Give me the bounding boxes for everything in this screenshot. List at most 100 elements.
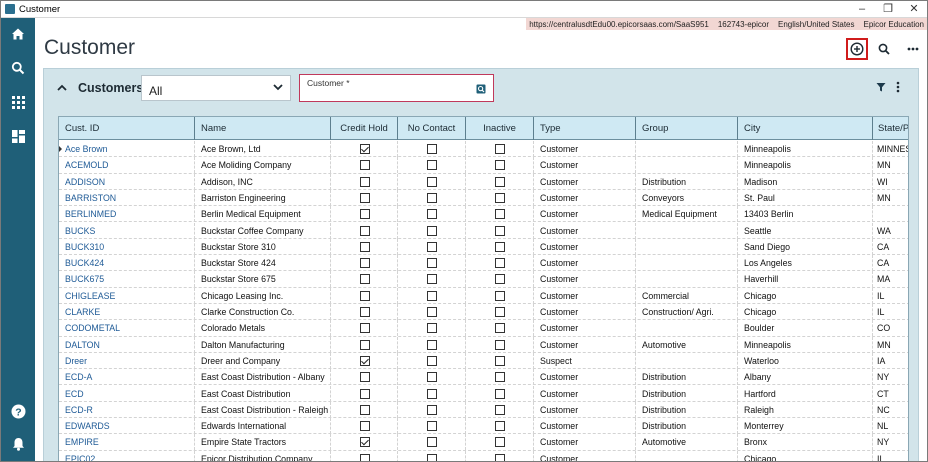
column-header-inactive[interactable]: Inactive [466, 117, 534, 140]
cell-id[interactable]: CHIGLEASE [59, 287, 195, 304]
cell-id[interactable]: ECD-R [59, 401, 195, 418]
no-contact-checkbox[interactable] [427, 372, 437, 383]
inactive-checkbox[interactable] [495, 258, 505, 269]
no-contact-checkbox[interactable] [427, 274, 437, 285]
cell-id[interactable]: BARRISTON [59, 189, 195, 206]
no-contact-checkbox[interactable] [427, 421, 437, 432]
cell-id[interactable]: BUCK424 [59, 255, 195, 272]
table-row[interactable]: CODOMETAL Colorado Metals Customer Boulder C… [59, 320, 908, 337]
inactive-checkbox[interactable] [495, 453, 505, 461]
column-header-type[interactable]: Type [534, 117, 636, 140]
cell-id[interactable]: BUCKS [59, 222, 195, 239]
table-row[interactable]: ACEMOLD Ace Moliding Company Customer Minne… [59, 157, 908, 174]
table-row[interactable]: ECD-R East Coast Distribution - Raleigh Cu… [59, 401, 908, 419]
inactive-checkbox[interactable] [495, 355, 505, 366]
inactive-checkbox[interactable] [495, 404, 505, 415]
table-row[interactable]: EPIC02 Epicor Distribution Company Custome… [59, 450, 908, 461]
credit-hold-checkbox[interactable] [359, 192, 370, 203]
cell-id[interactable]: ECD [59, 385, 195, 402]
inactive-checkbox[interactable] [495, 176, 505, 187]
no-contact-checkbox[interactable] [427, 437, 437, 448]
credit-hold-checkbox[interactable] [359, 355, 370, 366]
cell-id[interactable]: EMPIRE [59, 434, 195, 451]
credit-hold-checkbox[interactable] [359, 209, 370, 220]
inactive-checkbox[interactable] [495, 209, 505, 220]
no-contact-checkbox[interactable] [427, 453, 437, 461]
no-contact-checkbox[interactable] [427, 307, 437, 317]
inactive-checkbox[interactable] [495, 307, 505, 317]
cell-id[interactable]: CLARKE [59, 304, 195, 320]
inactive-checkbox[interactable] [495, 339, 505, 350]
table-row[interactable]: CHIGLEASE Chicago Leasing Inc. Customer Com… [59, 287, 908, 304]
table-row[interactable]: DALTON Dalton Manufacturing Customer Automo… [59, 336, 908, 353]
column-header-group[interactable]: Group [636, 117, 738, 140]
close-window-button[interactable]: ✕ [901, 1, 927, 17]
more-vertical-icon[interactable] [896, 81, 900, 93]
credit-hold-checkbox[interactable] [359, 274, 370, 285]
cell-id[interactable]: EDWARDS [59, 418, 195, 435]
customer-search-field[interactable]: Customer * [299, 74, 494, 102]
no-contact-checkbox[interactable] [427, 192, 437, 203]
no-contact-checkbox[interactable] [427, 209, 437, 220]
no-contact-checkbox[interactable] [427, 323, 437, 334]
dashboard-icon[interactable] [1, 124, 35, 148]
credit-hold-checkbox[interactable] [359, 307, 370, 317]
inactive-checkbox[interactable] [495, 388, 505, 399]
record-search-icon[interactable] [476, 84, 486, 94]
table-row[interactable]: ADDISON Addison, INC Customer Distribution M… [59, 173, 908, 190]
cell-id[interactable]: CODOMETAL [59, 320, 195, 337]
cell-id[interactable]: BERLINMED [59, 206, 195, 223]
minimize-button[interactable]: – [849, 1, 875, 17]
no-contact-checkbox[interactable] [427, 258, 437, 269]
table-row[interactable]: Ace Brown Ace Brown, Ltd Customer Minneapol… [59, 141, 908, 158]
no-contact-checkbox[interactable] [427, 241, 437, 252]
table-row[interactable]: BARRISTON Barriston Engineering Customer Co… [59, 189, 908, 207]
cell-id[interactable]: ECD-A [59, 369, 195, 386]
inactive-checkbox[interactable] [495, 241, 505, 252]
apps-grid-icon[interactable] [1, 90, 35, 114]
restore-button[interactable]: ❐ [875, 1, 901, 17]
credit-hold-checkbox[interactable] [359, 372, 370, 383]
credit-hold-checkbox[interactable] [359, 258, 370, 269]
filter-icon[interactable] [876, 82, 886, 92]
credit-hold-checkbox[interactable] [359, 144, 370, 154]
credit-hold-checkbox[interactable] [359, 241, 370, 252]
no-contact-checkbox[interactable] [427, 160, 437, 171]
column-header-name[interactable]: Name [195, 117, 331, 140]
no-contact-checkbox[interactable] [427, 404, 437, 415]
no-contact-checkbox[interactable] [427, 176, 437, 187]
inactive-checkbox[interactable] [495, 323, 505, 334]
cell-id[interactable]: EPIC02 [59, 450, 195, 461]
table-row[interactable]: ECD East Coast Distribution Customer Distri… [59, 385, 908, 402]
table-row[interactable]: ECD-A East Coast Distribution - Albany Cus… [59, 369, 908, 386]
credit-hold-checkbox[interactable] [359, 388, 370, 399]
inactive-checkbox[interactable] [495, 160, 505, 171]
cell-id[interactable]: DALTON [59, 336, 195, 353]
no-contact-checkbox[interactable] [427, 355, 437, 366]
column-header-cust-id[interactable]: Cust. ID [59, 117, 195, 140]
cell-id[interactable]: ACEMOLD [59, 157, 195, 174]
table-row[interactable]: BUCK675 Buckstar Store 675 Customer Haverhi… [59, 271, 908, 288]
page-search-button[interactable] [873, 38, 895, 60]
column-header-city[interactable]: City [738, 117, 873, 140]
collapse-panel-button[interactable] [54, 79, 70, 95]
credit-hold-checkbox[interactable] [359, 323, 370, 334]
no-contact-checkbox[interactable] [427, 225, 437, 236]
notifications-bell-icon[interactable] [1, 432, 35, 456]
inactive-checkbox[interactable] [495, 274, 505, 285]
credit-hold-checkbox[interactable] [359, 339, 370, 350]
credit-hold-checkbox[interactable] [359, 225, 370, 236]
credit-hold-checkbox[interactable] [359, 437, 370, 448]
no-contact-checkbox[interactable] [427, 388, 437, 399]
table-row[interactable]: Dreer Dreer and Company Suspect Waterloo IA [59, 352, 908, 370]
cell-id[interactable]: BUCK310 [59, 238, 195, 255]
column-header-no-contact[interactable]: No Contact [398, 117, 466, 140]
filter-select[interactable]: All [141, 75, 291, 101]
column-header-credit-hold[interactable]: Credit Hold [331, 117, 398, 140]
home-icon[interactable] [1, 22, 35, 46]
table-row[interactable]: EDWARDS Edwards International Customer Dist… [59, 418, 908, 435]
table-row[interactable]: BERLINMED Berlin Medical Equipment Custome… [59, 206, 908, 223]
table-row[interactable]: BUCKS Buckstar Coffee Company Customer Seat… [59, 222, 908, 239]
credit-hold-checkbox[interactable] [359, 176, 370, 187]
no-contact-checkbox[interactable] [427, 144, 437, 154]
